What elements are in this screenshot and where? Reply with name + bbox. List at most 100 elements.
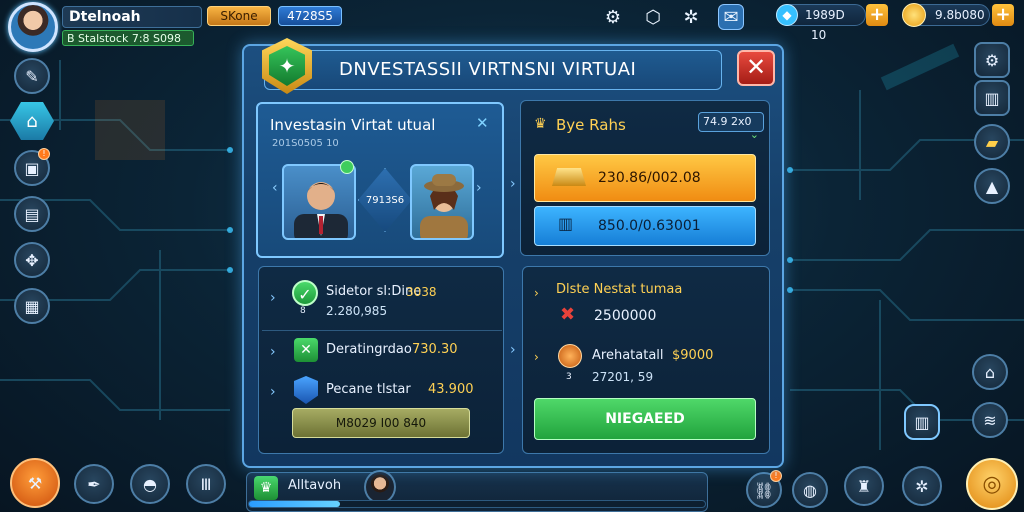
score-pill[interactable]: 4728S5 — [278, 6, 342, 26]
right-arrow-icon[interactable]: › — [476, 180, 482, 196]
chain-icon: ⛓ — [753, 480, 775, 500]
hammer-button[interactable]: ⚒ — [10, 458, 60, 508]
profile-button[interactable]: ✎ — [14, 58, 50, 94]
chart-icon: ✕ — [294, 338, 318, 362]
home-button[interactable]: ⌂ — [10, 102, 54, 140]
rank-pill[interactable]: SKone — [207, 6, 271, 26]
shield-icon[interactable]: ⬡ — [640, 4, 666, 30]
gold-coin-button[interactable]: ◎ — [966, 458, 1018, 510]
row3-value: 43.900 — [428, 382, 474, 397]
row1-value: 3038 — [406, 285, 437, 299]
bank-button[interactable]: Ⅲ — [186, 464, 226, 504]
returns-row2-value: $9000 — [672, 348, 714, 363]
building-button[interactable]: ⌂ — [972, 354, 1008, 390]
bottom-player-name: Alltavoh — [288, 478, 342, 493]
gem-icon: ◆ — [776, 4, 798, 26]
add-gems-button[interactable]: + — [866, 4, 888, 26]
investor-portrait-female[interactable] — [410, 164, 474, 240]
coins-value: 9.8b080 — [935, 8, 985, 22]
settings-icon[interactable]: ✲ — [678, 4, 704, 30]
home-icon: ⌂ — [26, 110, 38, 132]
returns-row2-label: Arehatatall — [592, 348, 664, 363]
cog-icon: ✲ — [915, 476, 929, 496]
cog-button[interactable]: ✲ — [902, 466, 942, 506]
helmet-button[interactable]: ◓ — [130, 464, 170, 504]
bottom-avatar[interactable] — [364, 470, 396, 504]
tower-button[interactable]: ♜ — [844, 466, 884, 506]
row2-value: 730.30 — [412, 342, 458, 357]
tower-icon: ♜ — [856, 476, 872, 496]
pillars-icon: Ⅲ — [200, 474, 212, 494]
dialog-title: DNVESTASSII VIRTNSNI VIRTUAI — [264, 50, 722, 90]
player-avatar[interactable] — [8, 2, 58, 52]
returns-row2-sub: 27201, 59 — [592, 370, 654, 384]
add-coins-button[interactable]: + — [992, 4, 1014, 26]
calendar-icon: ▥ — [984, 88, 1000, 108]
stack-button[interactable]: ≋ — [972, 402, 1008, 438]
blue-rate-value: 850.0/0.63001 — [598, 218, 701, 234]
gear-icon[interactable]: ⚙ — [600, 4, 626, 30]
mail-icon[interactable]: ✉ — [718, 4, 744, 30]
shop-icon: ▥ — [914, 412, 930, 432]
link-arrow-icon: › — [510, 176, 516, 192]
xp-progress-fill — [249, 501, 341, 507]
coin-icon: ◎ — [982, 471, 1002, 497]
link-arrow-icon-2: › — [510, 342, 516, 358]
inventory-badge: ! — [38, 148, 50, 160]
invest-button[interactable]: NIEGAEED — [534, 398, 756, 440]
quill-button[interactable]: ✒ — [74, 464, 114, 504]
bag-icon: ▣ — [24, 158, 40, 178]
gems-value: 1989D — [805, 8, 845, 22]
shop-button[interactable]: ▥ — [904, 404, 940, 440]
feather-icon: ✎ — [25, 66, 39, 86]
vault-icon: ◍ — [803, 480, 817, 500]
left-arrow-icon[interactable]: ‹ — [272, 180, 278, 196]
hammer-icon: ⚒ — [27, 473, 43, 493]
versus-label: 7913S6 — [365, 194, 405, 206]
gold-rate-value: 230.86/002.08 — [598, 170, 701, 186]
building-icon: ▥ — [558, 214, 574, 233]
row1-sub: 2.280,985 — [326, 304, 388, 318]
coin-icon — [902, 3, 926, 27]
card-title: Investasin Virtat utual — [270, 116, 436, 134]
gems-multiplier: 10 — [811, 28, 827, 42]
check-icon: ✓ — [292, 280, 318, 306]
returns-header: Dlste Nestat tumaa — [556, 282, 683, 297]
close-button[interactable]: ✕ — [737, 50, 775, 86]
buy-rates-label: Bye Rahs — [556, 116, 626, 134]
chevron-down-icon: ⌄ — [749, 128, 759, 141]
vault-door-button[interactable]: ◍ — [792, 472, 828, 508]
map-button[interactable]: ✥ — [14, 242, 50, 278]
charts-button[interactable]: ▲ — [974, 168, 1010, 204]
returns-row1-value: 2500000 — [594, 308, 657, 324]
quill-icon: ✒ — [87, 474, 101, 494]
gear-icon: ⚙ — [984, 50, 1000, 70]
player-name: Dtelnoah — [62, 6, 202, 28]
calendar-button[interactable]: ▥ — [974, 80, 1010, 116]
cross-swords-icon: ✖ — [560, 304, 576, 325]
barrel-icon: ▤ — [24, 204, 40, 224]
gold-stack-button[interactable]: ▰ — [974, 124, 1010, 160]
emblem-icon: ✦ — [269, 46, 305, 86]
medal-icon — [558, 344, 582, 368]
storage-button[interactable]: ▤ — [14, 196, 50, 232]
explorer-woman-icon — [420, 174, 468, 238]
returns-chevron-icon: › — [534, 286, 539, 300]
row3-label: Pecane tlstar — [326, 382, 411, 397]
rate-dropdown-value: 74.9 2x0 — [703, 115, 752, 128]
cash-stack-icon: ▦ — [24, 296, 40, 316]
row1-tag: 8 — [300, 306, 306, 316]
rate-dropdown[interactable]: 74.9 2x0 ⌄ — [698, 112, 764, 141]
confirm-stats-button[interactable]: M8029 I00 840 — [292, 408, 470, 438]
row-chevron-icon-3: › — [270, 384, 276, 400]
bank-icon: ⌂ — [984, 362, 996, 382]
layers-icon: ≋ — [983, 410, 997, 430]
investor-portrait-male[interactable] — [282, 164, 356, 240]
xp-progress-bar — [248, 500, 706, 508]
collapse-chevron-icon[interactable]: ✕ — [476, 114, 489, 132]
businessman-icon — [294, 182, 348, 238]
vault-button[interactable]: ▦ — [14, 288, 50, 324]
helmet-icon: ◓ — [143, 474, 157, 494]
returns-row2-tag: 3 — [566, 372, 572, 382]
settings-button[interactable]: ⚙ — [974, 42, 1010, 78]
